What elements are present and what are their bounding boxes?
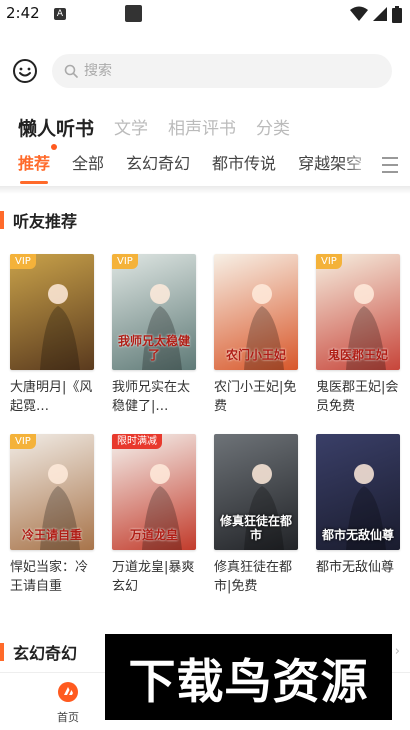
watermark-banner: 下载鸟资源 bbox=[105, 634, 392, 720]
section-more-arrow-icon[interactable]: › bbox=[395, 644, 400, 659]
cover-title-art: 农门小王妃 bbox=[225, 348, 286, 362]
cover-title-art: 万道龙皇 bbox=[129, 528, 178, 542]
book-cover[interactable]: VIP bbox=[10, 254, 94, 370]
category-tabs: 推荐 全部 玄幻奇幻 都市传说 穿越架空 bbox=[0, 150, 410, 188]
book-card[interactable]: 农门小王妃农门小王妃|免费 bbox=[214, 254, 298, 416]
category-menu-button[interactable] bbox=[376, 154, 404, 176]
top-tabs: 懒人听书 文学 相声评书 分类 bbox=[18, 110, 290, 150]
cover-title-art: 冷王请自重 bbox=[21, 528, 82, 542]
category-tab-urban[interactable]: 都市传说 bbox=[212, 150, 276, 180]
book-card[interactable]: 都市无敌仙尊 都市无敌仙尊 bbox=[316, 434, 400, 596]
cover-title-art: 修真狂徒在都市 bbox=[219, 514, 292, 542]
cover-badge: VIP bbox=[112, 254, 138, 269]
cover-badge: 限时满减 bbox=[112, 434, 162, 449]
search-icon bbox=[64, 64, 78, 78]
search-input[interactable] bbox=[84, 63, 344, 79]
book-card[interactable]: 我师兄太稳健了 VIP 我师兄实在太稳健了|… bbox=[112, 254, 196, 416]
section-title: 听友推荐 bbox=[13, 212, 78, 231]
cover-title-art: 鬼医郡王妃 bbox=[327, 348, 388, 362]
book-title[interactable]: 悍妃当家：冷王请自重 bbox=[10, 558, 94, 596]
section-accent-bar bbox=[0, 211, 4, 229]
tab-crosstalk[interactable]: 相声评书 bbox=[168, 116, 236, 146]
tabs-divider bbox=[0, 186, 410, 194]
book-cover[interactable]: 万道龙皇 限时满减 bbox=[112, 434, 196, 550]
tab-label: 懒人听书 bbox=[18, 118, 95, 140]
tab-lazy-audio[interactable]: 懒人听书 bbox=[18, 116, 95, 150]
notification-square-icon bbox=[125, 5, 142, 22]
tab-literature[interactable]: 文学 bbox=[114, 116, 148, 146]
category-tab-recommend[interactable]: 推荐 bbox=[18, 150, 50, 184]
category-tab-all[interactable]: 全部 bbox=[72, 150, 104, 180]
section-header-friends: 听友推荐 bbox=[0, 208, 77, 232]
book-title[interactable]: 大唐明月|《风起霓… bbox=[10, 378, 94, 416]
status-icons bbox=[350, 5, 402, 23]
book-card[interactable]: 万道龙皇 限时满减万道龙皇|暴爽玄幻 bbox=[112, 434, 196, 596]
tab-label: 文学 bbox=[114, 119, 149, 139]
section-header-fantasy: 玄幻奇幻 bbox=[0, 640, 77, 664]
book-title[interactable]: 修真狂徒在都市|免费 bbox=[214, 558, 298, 596]
book-card[interactable]: 鬼医郡王妃 VIP 鬼医郡王妃|会员免费 bbox=[316, 254, 400, 416]
book-title[interactable]: 万道龙皇|暴爽玄幻 bbox=[112, 558, 196, 596]
book-grid: VIP 大唐明月|《风起霓… 我师兄太稳健了 VIP 我师兄实在太稳健了|… 农门小王妃农… bbox=[10, 254, 402, 596]
category-tab-fantasy[interactable]: 玄幻奇幻 bbox=[126, 150, 190, 180]
book-cover[interactable]: 都市无敌仙尊 bbox=[316, 434, 400, 550]
signal-icon bbox=[373, 7, 387, 21]
book-card[interactable]: 冷王请自重 VIP 悍妃当家：冷王请自重 bbox=[10, 434, 94, 596]
search-bar[interactable] bbox=[52, 54, 392, 88]
nav-home[interactable]: 首页 bbox=[48, 681, 88, 725]
book-cover[interactable]: 我师兄太稳健了 VIP bbox=[112, 254, 196, 370]
book-cover[interactable]: 农门小王妃 bbox=[214, 254, 298, 370]
smile-icon bbox=[13, 59, 37, 83]
section-accent-bar bbox=[0, 643, 4, 661]
app-notification-icon: A bbox=[54, 8, 66, 20]
status-time: 2:42 bbox=[6, 4, 40, 22]
book-card[interactable]: VIP 大唐明月|《风起霓… bbox=[10, 254, 94, 416]
tab-categories[interactable]: 分类 bbox=[256, 116, 290, 146]
section-title: 玄幻奇幻 bbox=[13, 644, 78, 663]
palace-lady-icon bbox=[40, 284, 80, 370]
tab-label: 分类 bbox=[256, 119, 291, 139]
book-cover[interactable]: 修真狂徒在都市 bbox=[214, 434, 298, 550]
profile-smile-button[interactable] bbox=[12, 58, 38, 84]
cover-title-art: 我师兄太稳健了 bbox=[117, 334, 190, 362]
book-title[interactable]: 农门小王妃|免费 bbox=[214, 378, 298, 416]
cover-badge: VIP bbox=[10, 254, 36, 269]
watermark-text: 下载鸟资源 bbox=[128, 654, 369, 710]
book-title[interactable]: 我师兄实在太稳健了|… bbox=[112, 378, 196, 416]
category-fade bbox=[344, 150, 374, 188]
cover-badge: VIP bbox=[316, 254, 342, 269]
book-card[interactable]: 修真狂徒在都市修真狂徒在都市|免费 bbox=[214, 434, 298, 596]
home-logo-icon bbox=[58, 682, 78, 702]
wifi-icon bbox=[350, 6, 368, 21]
status-bar: 2:42 A bbox=[0, 0, 410, 28]
book-title[interactable]: 鬼医郡王妃|会员免费 bbox=[316, 378, 400, 416]
cover-badge: VIP bbox=[10, 434, 36, 449]
book-title[interactable]: 都市无敌仙尊 bbox=[316, 558, 400, 596]
nav-home-label: 首页 bbox=[57, 711, 79, 724]
tab-label: 相声评书 bbox=[168, 119, 237, 139]
battery-icon bbox=[392, 5, 402, 23]
cover-title-art: 都市无敌仙尊 bbox=[321, 528, 394, 542]
book-cover[interactable]: 冷王请自重 VIP bbox=[10, 434, 94, 550]
menu-icon bbox=[382, 157, 398, 173]
book-cover[interactable]: 鬼医郡王妃 VIP bbox=[316, 254, 400, 370]
